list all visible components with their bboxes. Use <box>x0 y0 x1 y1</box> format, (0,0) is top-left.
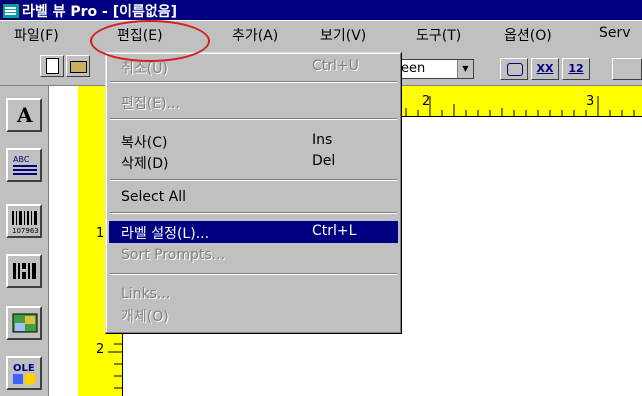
new-file-icon <box>46 58 59 74</box>
open-file-button[interactable] <box>66 55 90 77</box>
menu-separator <box>110 118 397 120</box>
menu-item-edit[interactable]: 편집(E)... <box>109 91 398 113</box>
toolbar-overflow-button[interactable] <box>612 58 642 80</box>
menu-item-select-all[interactable]: Select All <box>109 187 398 209</box>
ole-tool-button[interactable]: OLE <box>6 356 42 390</box>
menu-item-copy[interactable]: 복사(C) Ins <box>109 130 398 152</box>
app-icon <box>2 3 20 19</box>
2d-barcode-tool-icon <box>13 263 36 279</box>
paragraph-tool-icon: ABC <box>13 155 37 175</box>
menu-item-sort-prompts[interactable]: Sort Prompts... <box>109 245 398 267</box>
ruler-number-2-vertical: 2 <box>96 342 105 357</box>
outline-button[interactable] <box>500 58 528 80</box>
menu-separator <box>110 179 397 181</box>
ruler-number-3: 3 <box>586 94 595 109</box>
menu-item-links[interactable]: Links... <box>109 284 398 306</box>
window-title: 라벨 뷰 Pro - [이름없음] <box>22 4 178 20</box>
barcode-tool-button[interactable]: 107963 <box>6 204 42 238</box>
ole-tool-text: OLE <box>13 363 35 374</box>
paragraph-tool-button[interactable]: ABC <box>6 148 42 182</box>
annotation-circle <box>90 20 210 62</box>
menu-separator <box>110 273 397 275</box>
edit-menu-dropdown: 취소(U) Ctrl+U 편집(E)... 복사(C) Ins 삭제(D) De… <box>105 52 402 334</box>
barcode-tool-text: 107963 <box>12 227 39 235</box>
menu-insert[interactable]: 추가(A) <box>232 25 278 45</box>
text-tool-icon: A <box>17 103 33 127</box>
2d-barcode-tool-button[interactable] <box>6 254 42 288</box>
menu-item-label-settings[interactable]: 라벨 설정(L)... Ctrl+L <box>109 221 398 243</box>
menu-service[interactable]: Serv <box>599 25 631 41</box>
menu-tools[interactable]: 도구(T) <box>416 25 461 45</box>
font-size-button[interactable]: 12 <box>562 58 590 80</box>
image-tool-icon <box>12 313 38 333</box>
font-style-label: XX <box>536 62 554 75</box>
image-tool-button[interactable] <box>6 306 42 340</box>
menu-separator <box>110 212 397 214</box>
paragraph-tool-text: ABC <box>13 155 30 164</box>
menu-view[interactable]: 보기(V) <box>320 25 366 45</box>
font-style-button[interactable]: XX <box>531 58 559 80</box>
menu-separator <box>110 81 397 83</box>
tool-palette: A ABC 107963 OLE <box>0 86 49 396</box>
new-file-button[interactable] <box>40 55 64 77</box>
menu-item-object[interactable]: 개체(O) <box>109 304 398 326</box>
view-combo[interactable]: een ▼ <box>398 59 474 79</box>
font-size-label: 12 <box>568 62 584 75</box>
text-tool-button[interactable]: A <box>6 98 42 132</box>
outline-icon <box>507 63 523 76</box>
ole-tool-icon: OLE <box>13 363 36 385</box>
menu-options[interactable]: 옵션(O) <box>504 25 552 45</box>
folder-icon <box>70 61 87 73</box>
barcode-tool-icon: 107963 <box>12 211 39 235</box>
menu-file[interactable]: 파일(F) <box>14 25 59 45</box>
menu-item-delete[interactable]: 삭제(D) Del <box>109 151 398 173</box>
ruler-number-1: 1 <box>96 226 105 241</box>
ruler-number-2: 2 <box>422 94 431 109</box>
title-bar: 라벨 뷰 Pro - [이름없음] <box>0 0 642 20</box>
combo-value: een <box>401 61 426 76</box>
chevron-down-icon[interactable]: ▼ <box>457 60 473 78</box>
